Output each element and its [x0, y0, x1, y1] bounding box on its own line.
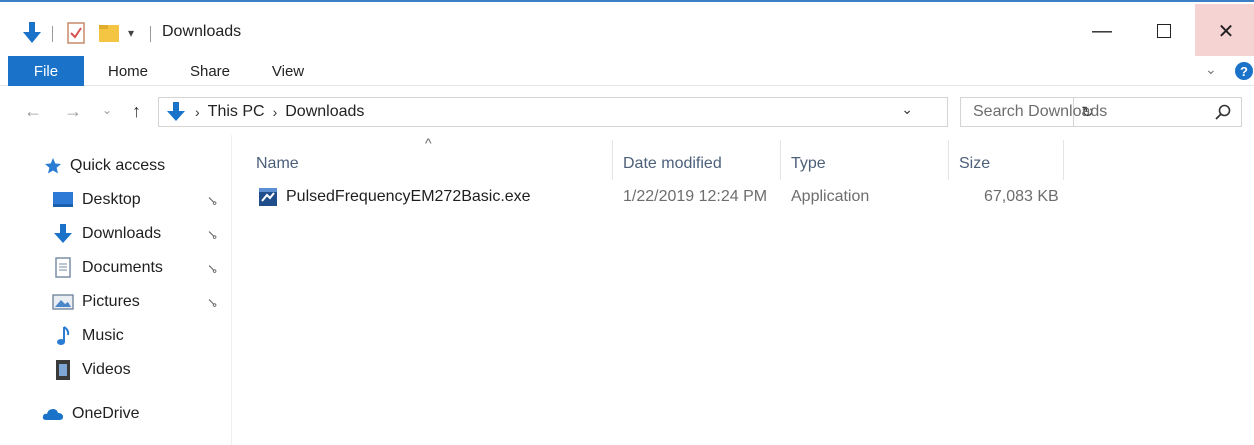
window-title: Downloads: [162, 23, 242, 40]
file-type: Application: [791, 188, 870, 205]
minimize-icon: —: [1092, 19, 1112, 42]
breadcrumb-separator[interactable]: ›: [195, 104, 200, 120]
file-name-cell[interactable]: PulsedFrequencyEM272Basic.exe: [258, 183, 531, 211]
address-dropdown-icon[interactable]: ⌄: [901, 101, 913, 118]
maximize-button[interactable]: [1133, 4, 1195, 58]
pin-icon[interactable]: ⊸: [203, 191, 222, 210]
sidebar-item-documents[interactable]: Documents: [52, 253, 163, 283]
quick-access-download-icon[interactable]: [22, 20, 42, 46]
search-icon[interactable]: [1215, 104, 1231, 124]
sidebar-item-label: Desktop: [82, 191, 141, 208]
breadcrumb-separator[interactable]: ›: [273, 104, 278, 120]
title-bar: ▾ Downloads — ✕: [0, 0, 1254, 58]
file-date: 1/22/2019 12:24 PM: [623, 188, 768, 205]
close-icon: ✕: [1217, 20, 1235, 43]
breadcrumb-downloads[interactable]: Downloads: [285, 103, 364, 121]
column-header-type[interactable]: Type: [791, 142, 826, 186]
back-icon[interactable]: ←: [24, 101, 42, 122]
file-row[interactable]: PulsedFrequencyEM272Basic.exe 1/22/2019 …: [240, 183, 1070, 211]
column-header-size[interactable]: Size: [959, 142, 990, 186]
help-icon[interactable]: ?: [1235, 62, 1253, 80]
navigation-pane: Quick access Desktop ⊸ Downloads ⊸ Docum…: [0, 135, 232, 445]
sidebar-item-music[interactable]: Music: [52, 321, 124, 351]
sidebar-item-desktop[interactable]: Desktop: [52, 185, 141, 215]
sidebar-item-label: OneDrive: [72, 405, 140, 422]
file-size: 67,083 KB: [984, 188, 1059, 205]
properties-icon[interactable]: [66, 20, 86, 46]
tab-file[interactable]: File: [8, 56, 84, 86]
minimize-button[interactable]: —: [1071, 4, 1133, 58]
pin-icon[interactable]: ⊸: [203, 293, 222, 312]
maximize-icon: [1157, 24, 1171, 38]
download-icon: [52, 223, 74, 245]
address-bar[interactable]: › This PC › Downloads ⌄ ↻: [158, 97, 1094, 127]
file-list: Name ^ Date modified Type Size PulsedFre…: [240, 135, 1254, 445]
navigation-bar: ← → ⌄ ↑ › This PC › Downloads ⌄ ↻: [0, 87, 1254, 135]
sidebar-item-label: Downloads: [82, 225, 162, 242]
onedrive-icon: [42, 403, 64, 425]
tab-home[interactable]: Home: [96, 56, 160, 86]
close-button[interactable]: ✕: [1195, 4, 1254, 58]
expand-ribbon-icon[interactable]: ⌄: [1205, 61, 1217, 78]
music-icon: [52, 325, 74, 347]
star-icon: [44, 155, 62, 177]
column-divider[interactable]: [612, 140, 613, 180]
sort-ascending-icon: ^: [425, 135, 432, 151]
sidebar-item-videos[interactable]: Videos: [52, 355, 131, 385]
search-input[interactable]: [973, 103, 1193, 121]
sidebar-item-onedrive[interactable]: OneDrive: [42, 399, 140, 429]
sidebar-item-label: Videos: [82, 361, 131, 378]
file-name: PulsedFrequencyEM272Basic.exe: [286, 188, 531, 205]
ribbon-tabs: File Home Share View ⌄ ?: [0, 56, 1254, 86]
sidebar-item-label: Quick access: [70, 157, 166, 174]
videos-icon: [52, 359, 74, 381]
customize-toolbar-icon[interactable]: ▾: [128, 20, 134, 46]
sidebar-item-quick-access[interactable]: Quick access: [44, 151, 165, 181]
desktop-icon: [52, 189, 74, 211]
sidebar-item-label: Pictures: [82, 293, 140, 310]
search-box[interactable]: [960, 97, 1242, 127]
tab-view[interactable]: View: [260, 56, 316, 86]
toolbar-divider: [52, 26, 53, 42]
column-header-date-modified[interactable]: Date modified: [623, 142, 722, 186]
pin-icon[interactable]: ⊸: [203, 225, 222, 244]
tab-share[interactable]: Share: [180, 56, 240, 86]
column-divider[interactable]: [780, 140, 781, 180]
column-header-name[interactable]: Name: [256, 142, 299, 186]
download-icon: [165, 100, 187, 124]
column-divider[interactable]: [1063, 140, 1064, 180]
breadcrumb-this-pc[interactable]: This PC: [208, 103, 265, 121]
pin-icon[interactable]: ⊸: [203, 259, 222, 278]
pictures-icon: [52, 291, 74, 313]
documents-icon: [52, 257, 74, 279]
sidebar-item-label: Music: [82, 327, 124, 344]
forward-icon[interactable]: →: [64, 101, 82, 122]
column-divider[interactable]: [948, 140, 949, 180]
new-folder-icon[interactable]: [98, 20, 120, 46]
sidebar-item-pictures[interactable]: Pictures: [52, 287, 140, 317]
toolbar-divider: [150, 26, 151, 42]
application-icon: [258, 187, 278, 207]
sidebar-item-downloads[interactable]: Downloads: [52, 219, 161, 249]
recent-locations-icon[interactable]: ⌄: [102, 103, 112, 117]
sidebar-item-label: Documents: [82, 259, 163, 276]
up-icon[interactable]: ↑: [132, 101, 141, 122]
